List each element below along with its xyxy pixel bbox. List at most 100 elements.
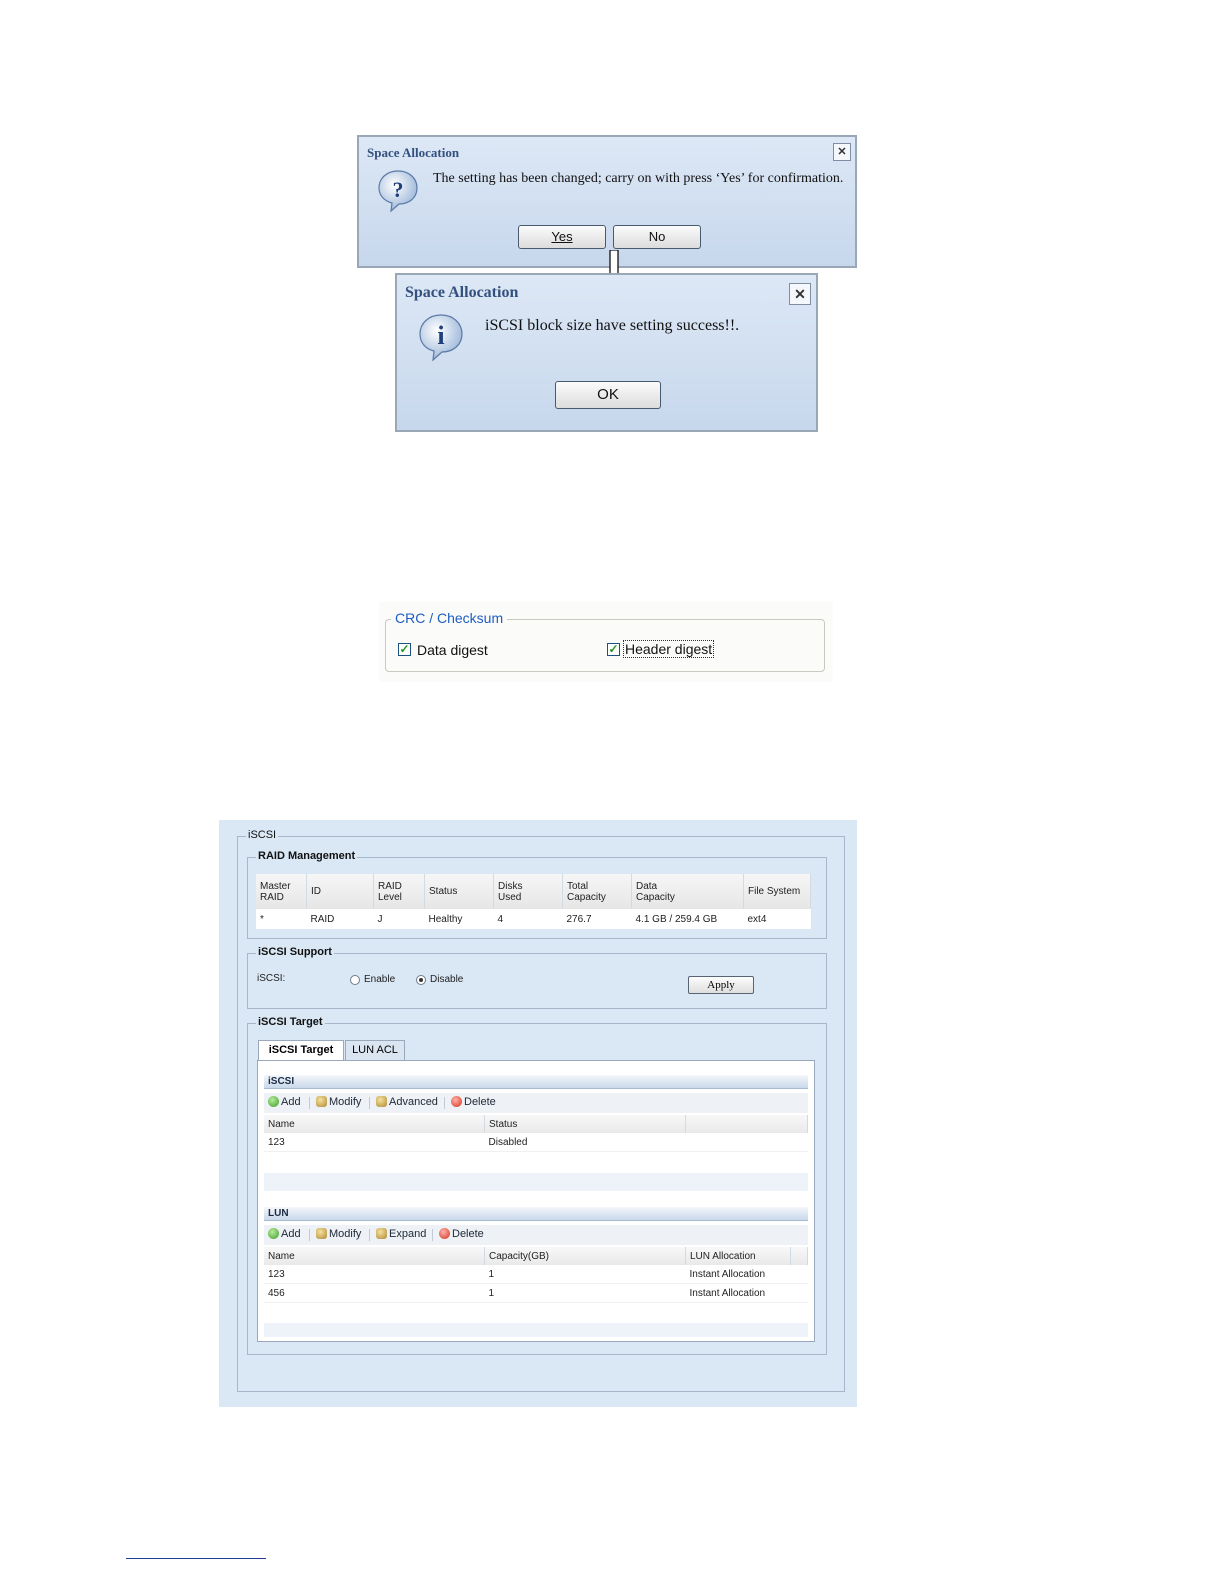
header-digest-checkbox[interactable]: ✓ bbox=[607, 643, 620, 656]
expand-icon bbox=[376, 1228, 387, 1239]
tab-lun-acl[interactable]: LUN ACL bbox=[345, 1040, 405, 1060]
col-raid-level[interactable]: RAID Level bbox=[373, 874, 425, 909]
col-data-capacity[interactable]: Data Capacity bbox=[631, 874, 744, 909]
col-name[interactable]: Name bbox=[264, 1247, 485, 1265]
advanced-button[interactable]: Advanced bbox=[376, 1096, 438, 1108]
cell-file-system: ext4 bbox=[747, 913, 767, 925]
modify-icon bbox=[316, 1228, 327, 1239]
cell-status: Disabled bbox=[484, 1133, 686, 1152]
disable-radio[interactable] bbox=[416, 975, 426, 985]
modify-icon bbox=[316, 1096, 327, 1107]
raid-management-legend: RAID Management bbox=[256, 850, 358, 862]
col-total-capacity[interactable]: Total Capacity bbox=[562, 874, 632, 909]
modify-button[interactable]: Modify bbox=[316, 1096, 361, 1108]
enable-label[interactable]: Enable bbox=[364, 974, 395, 985]
delete-icon bbox=[439, 1228, 450, 1239]
lun-table-header: Name Capacity(GB) LUN Allocation bbox=[264, 1247, 808, 1265]
footnote-rule bbox=[126, 1558, 266, 1559]
cell-empty bbox=[790, 1265, 808, 1284]
cell-total-capacity: 276.7 bbox=[566, 913, 592, 925]
crc-checksum-legend: CRC / Checksum bbox=[391, 610, 508, 626]
iscsi-legend: iSCSI bbox=[246, 829, 279, 841]
question-icon: ? bbox=[378, 170, 418, 213]
cell-capacity: 1 bbox=[484, 1283, 686, 1303]
close-icon[interactable]: ✕ bbox=[789, 283, 811, 305]
col-lun-allocation[interactable]: LUN Allocation bbox=[685, 1247, 791, 1265]
info-dialog-message: iSCSI block size have setting success!!. bbox=[485, 317, 740, 334]
toolbar-divider bbox=[369, 1097, 370, 1109]
question-glyph: ? bbox=[393, 177, 404, 202]
add-icon bbox=[268, 1228, 279, 1239]
table-row[interactable]: 123 Disabled bbox=[264, 1133, 808, 1152]
col-id[interactable]: ID bbox=[306, 874, 374, 909]
iscsi-grid-empty-area bbox=[264, 1173, 808, 1191]
toolbar-divider bbox=[444, 1097, 445, 1109]
toolbar-divider bbox=[309, 1097, 310, 1109]
delete-button[interactable]: Delete bbox=[439, 1228, 484, 1240]
data-digest-label[interactable]: Data digest bbox=[417, 642, 488, 658]
raid-table: Master RAID ID RAID Level Status Disks Used… bbox=[256, 874, 811, 929]
raid-table-header: Master RAID ID RAID Level Status Disks Used… bbox=[256, 874, 811, 909]
col-status[interactable]: Status bbox=[424, 874, 494, 909]
table-row[interactable]: * RAID J Healthy 4 276.7 4.1 GB / 259.4 … bbox=[256, 909, 811, 929]
iscsi-toolbar: Add Modify Advanced Delete bbox=[264, 1093, 808, 1113]
cell-name: 123 bbox=[264, 1265, 485, 1284]
iscsi-section-header: iSCSI bbox=[264, 1075, 808, 1089]
tab-iscsi-target[interactable]: iSCSI Target bbox=[258, 1040, 344, 1060]
apply-button[interactable]: Apply bbox=[688, 976, 754, 994]
no-button[interactable]: No bbox=[613, 225, 701, 249]
col-file-system[interactable]: File System bbox=[743, 874, 811, 909]
lun-table: Name Capacity(GB) LUN Allocation 123 1 I… bbox=[264, 1247, 808, 1303]
confirm-dialog: Space Allocation ✕ ? The setting has bee… bbox=[357, 135, 857, 268]
cell-capacity: 1 bbox=[484, 1265, 686, 1284]
confirm-dialog-message: The setting has been changed; carry on w… bbox=[433, 171, 844, 186]
col-status[interactable]: Status bbox=[484, 1115, 686, 1133]
col-disks-used[interactable]: Disks Used bbox=[493, 874, 563, 909]
advanced-icon bbox=[376, 1096, 387, 1107]
iscsi-panel: iSCSI RAID Management Master RAID ID RAID… bbox=[219, 820, 857, 1407]
col-empty bbox=[685, 1115, 808, 1133]
table-row[interactable]: 123 1 Instant Allocation bbox=[264, 1265, 808, 1284]
enable-radio[interactable] bbox=[350, 975, 360, 985]
raid-management-fieldset: RAID Management Master RAID ID RAID Level … bbox=[247, 850, 827, 939]
add-button[interactable]: Add bbox=[268, 1096, 301, 1108]
iscsi-support-legend: iSCSI Support bbox=[256, 946, 334, 958]
crc-checksum-group: CRC / Checksum ✓ Data digest ✓ Header di… bbox=[379, 602, 833, 682]
cell-name: 123 bbox=[264, 1133, 485, 1152]
col-capacity[interactable]: Capacity(GB) bbox=[484, 1247, 686, 1265]
expand-button[interactable]: Expand bbox=[376, 1228, 426, 1240]
cell-status: Healthy bbox=[428, 913, 463, 925]
iscsi-support-fieldset: iSCSI Support iSCSI: Enable Disable Appl… bbox=[247, 946, 827, 1009]
cell-id: RAID bbox=[310, 913, 335, 925]
cell-raid-level: J bbox=[377, 913, 383, 925]
cell-name: 456 bbox=[264, 1283, 485, 1303]
cell-empty bbox=[685, 1133, 808, 1152]
col-master-raid[interactable]: Master RAID bbox=[256, 874, 307, 909]
cell-lun-allocation: Instant Allocation bbox=[685, 1265, 791, 1284]
toolbar-divider bbox=[309, 1229, 310, 1241]
data-digest-checkbox[interactable]: ✓ bbox=[398, 643, 411, 656]
header-digest-label[interactable]: Header digest bbox=[622, 640, 715, 658]
lun-section-header: LUN bbox=[264, 1207, 808, 1221]
iscsi-target-table-header: Name Status bbox=[264, 1115, 808, 1133]
toolbar-divider bbox=[432, 1229, 433, 1241]
add-icon bbox=[268, 1096, 279, 1107]
lun-toolbar: Add Modify Expand Delete bbox=[264, 1225, 808, 1245]
toolbar-divider bbox=[369, 1229, 370, 1241]
yes-button[interactable]: Yes bbox=[518, 225, 606, 249]
table-row[interactable]: 456 1 Instant Allocation bbox=[264, 1283, 808, 1303]
add-button[interactable]: Add bbox=[268, 1228, 301, 1240]
cell-master-raid: * bbox=[260, 913, 264, 925]
close-icon[interactable]: ✕ bbox=[833, 143, 851, 161]
cell-lun-allocation: Instant Allocation bbox=[685, 1283, 791, 1303]
col-name[interactable]: Name bbox=[264, 1115, 485, 1133]
disable-label[interactable]: Disable bbox=[430, 974, 463, 985]
info-glyph: i bbox=[437, 321, 444, 350]
cell-data-capacity: 4.1 GB / 259.4 GB bbox=[635, 913, 718, 925]
confirm-dialog-title: Space Allocation bbox=[367, 145, 460, 160]
info-dialog-title: Space Allocation bbox=[405, 284, 519, 301]
delete-icon bbox=[451, 1096, 462, 1107]
delete-button[interactable]: Delete bbox=[451, 1096, 496, 1108]
modify-button[interactable]: Modify bbox=[316, 1228, 361, 1240]
ok-button[interactable]: OK bbox=[555, 381, 661, 409]
